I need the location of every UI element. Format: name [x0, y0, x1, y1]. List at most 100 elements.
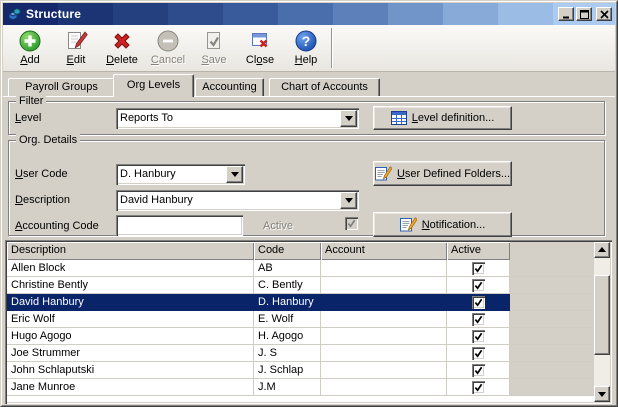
active-checkbox[interactable]	[471, 295, 485, 309]
toolbar-edit-button[interactable]: Edit	[53, 27, 99, 69]
cell-active	[447, 294, 510, 311]
accounting-code-label: Accounting Code	[15, 220, 99, 232]
client-area: Payroll Groups Org Levels Accounting Chart …	[3, 73, 615, 404]
cell-code: D. Hanbury	[254, 294, 321, 311]
minimize-button[interactable]	[558, 7, 574, 21]
notepad-pencil-icon	[374, 166, 392, 181]
window-controls	[558, 7, 612, 21]
vertical-scrollbar[interactable]	[594, 242, 610, 402]
tab-org-levels[interactable]: Org Levels	[113, 74, 194, 97]
maximize-button[interactable]	[576, 7, 592, 21]
notepad-pencil-icon	[399, 217, 417, 232]
grid-inner: Description Code Account Active Allen Block…	[7, 242, 610, 402]
cell-code: C. Bently	[254, 277, 321, 294]
column-header-account[interactable]: Account	[321, 242, 447, 260]
notification-button[interactable]: Notification...	[373, 212, 512, 237]
level-label: Level	[15, 112, 42, 124]
active-checkbox[interactable]	[471, 329, 485, 343]
description-combobox[interactable]: David Hanbury	[116, 190, 359, 211]
table-row[interactable]: Joe Strummer J. S	[7, 345, 594, 362]
svg-text:?: ?	[302, 33, 311, 49]
active-checkbox[interactable]	[471, 363, 485, 377]
grid-table: Description Code Account Active Allen Block…	[7, 242, 594, 402]
cell-description: Eric Wolf	[7, 311, 254, 328]
toolbar-save-label: Save	[201, 54, 227, 66]
filter-legend: Filter	[16, 95, 47, 108]
scroll-up-icon[interactable]	[594, 242, 610, 258]
table-row[interactable]: Hugo Agogo H. Agogo	[7, 328, 594, 345]
table-row[interactable]: David Hanbury D. Hanbury	[7, 294, 594, 311]
toolbar-help-button[interactable]: ? Help	[283, 27, 329, 69]
cell-description: Hugo Agogo	[7, 328, 254, 345]
table-row[interactable]: John Schlaputski J. Schlap	[7, 362, 594, 379]
scroll-down-icon[interactable]	[594, 386, 610, 402]
cell-description: Jane Munroe	[7, 379, 254, 396]
cell-description: David Hanbury	[7, 294, 254, 311]
level-combobox[interactable]: Reports To	[116, 108, 359, 129]
chevron-down-icon[interactable]	[340, 192, 357, 209]
cell-filler	[510, 328, 594, 345]
column-header-active[interactable]: Active	[447, 242, 510, 260]
window-title: Structure	[26, 7, 82, 21]
level-definition-button[interactable]: Level definition...	[373, 106, 512, 130]
cell-account	[321, 362, 447, 379]
table-row[interactable]: Allen Block AB	[7, 260, 594, 277]
active-label: Active	[263, 220, 293, 232]
user-code-combobox[interactable]: D. Hanbury	[116, 164, 245, 185]
cell-active	[447, 345, 510, 362]
close-button[interactable]	[596, 7, 612, 21]
tab-panel: Filter Level Reports To Level definition…	[3, 95, 615, 404]
column-header-description[interactable]: Description	[7, 242, 254, 260]
accounting-code-input[interactable]	[116, 215, 243, 236]
cell-code: AB	[254, 260, 321, 277]
cell-account	[321, 260, 447, 277]
title-bar[interactable]: Structure	[3, 3, 615, 25]
application-window: Structure Add Edit Delete Cancel Save Close? H…	[0, 0, 618, 407]
cell-filler	[510, 311, 594, 328]
table-row[interactable]: Christine Bently C. Bently	[7, 277, 594, 294]
active-checkbox[interactable]	[471, 278, 485, 292]
cell-description: John Schlaputski	[7, 362, 254, 379]
column-header-code[interactable]: Code	[254, 242, 321, 260]
cell-description: Allen Block	[7, 260, 254, 277]
user-defined-folders-button[interactable]: User Defined Folders...	[373, 161, 512, 186]
active-checkbox[interactable]	[471, 312, 485, 326]
table-row[interactable]: Eric Wolf E. Wolf	[7, 311, 594, 328]
grid-rows: Allen Block AB Christine Bently C. Bently Da…	[7, 260, 594, 396]
delete-icon	[109, 28, 135, 54]
cell-active	[447, 277, 510, 294]
level-definition-label: Level definition...	[411, 112, 495, 124]
cell-filler	[510, 379, 594, 396]
toolbar-cancel-button: Cancel	[145, 27, 191, 69]
user-code-label: User Code	[15, 168, 68, 180]
chevron-down-icon[interactable]	[340, 110, 357, 127]
description-label: Description	[15, 194, 71, 206]
cell-active	[447, 311, 510, 328]
notification-label: Notification...	[421, 218, 486, 231]
cell-account	[321, 277, 447, 294]
cell-code: J. Schlap	[254, 362, 321, 379]
toolbar-close-button[interactable]: Close	[237, 27, 283, 69]
active-checkbox[interactable]	[471, 346, 485, 360]
active-checkbox[interactable]	[471, 261, 485, 275]
table-row[interactable]: Jane Munroe J.M	[7, 379, 594, 396]
org-levels-grid: Description Code Account Active Allen Block…	[5, 240, 612, 404]
tab-payroll-groups[interactable]: Payroll Groups	[8, 78, 115, 96]
cell-account	[321, 345, 447, 362]
toolbar-delete-button[interactable]: Delete	[99, 27, 145, 69]
cell-code: J.M	[254, 379, 321, 396]
level-value: Reports To	[120, 112, 173, 124]
scrollbar-thumb[interactable]	[594, 275, 610, 355]
cell-account	[321, 328, 447, 345]
tab-accounting[interactable]: Accounting	[195, 78, 264, 96]
cell-code: E. Wolf	[254, 311, 321, 328]
chevron-down-icon[interactable]	[226, 166, 243, 183]
description-value: David Hanbury	[120, 194, 193, 206]
user-defined-folders-label: User Defined Folders...	[396, 167, 511, 180]
toolbar-separator	[331, 28, 333, 68]
active-checkbox[interactable]	[471, 380, 485, 394]
toolbar-add-button[interactable]: Add	[7, 27, 53, 69]
tab-chart-of-accounts[interactable]: Chart of Accounts	[269, 78, 380, 96]
cell-account	[321, 379, 447, 396]
add-icon	[17, 28, 43, 54]
